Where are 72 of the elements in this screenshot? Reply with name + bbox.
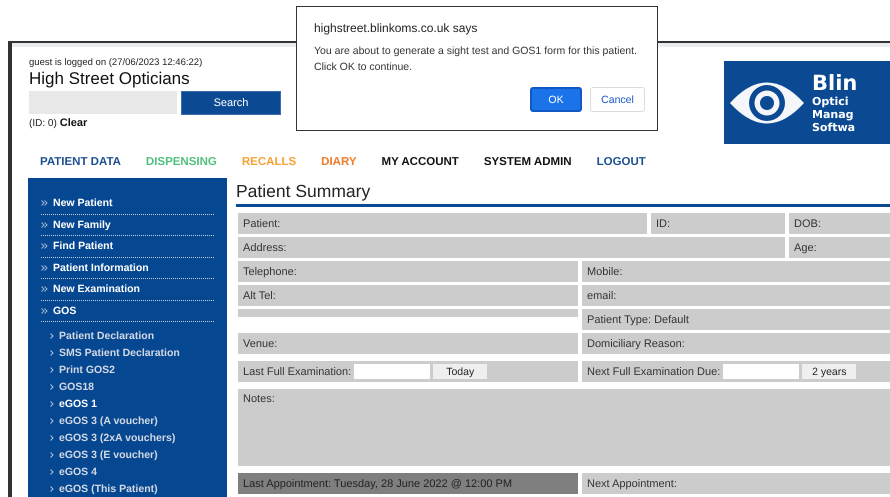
chevron-icon [50, 350, 54, 356]
chevron-icon [50, 468, 54, 474]
chevron-icon [50, 384, 54, 390]
summary-field: Patient Type: Default [582, 309, 890, 330]
logo-tagline: Softwa [812, 120, 856, 134]
dialog-message: You are about to generate a sight test and GOS1 form for this patient. [314, 44, 638, 59]
sidebar-item[interactable]: GOS [53, 304, 76, 317]
chevron-icon [50, 400, 54, 406]
date-field[interactable] [723, 364, 800, 379]
sidebar-subitem[interactable]: Patient Declaration [59, 330, 154, 342]
sidebar-subitem[interactable]: SMS Patient Declaration [59, 346, 180, 358]
sidebar-subitem[interactable]: eGOS (This Patient) [59, 482, 158, 494]
sidebar-subitem[interactable]: eGOS 1 [59, 398, 97, 410]
practice-name: High Street Opticians [29, 69, 191, 89]
sidebar-subitem[interactable]: Print GOS2 [59, 364, 116, 376]
summary-field: Alt Tel: [238, 285, 578, 306]
section-title: Patient Summary [236, 180, 372, 202]
login-status: guest is logged on (27/06/2023 12:46:22) [29, 57, 204, 68]
nav-link[interactable]: LOGOUT [596, 156, 646, 178]
summary-field: Telephone: [238, 261, 578, 282]
sidebar-subitem[interactable]: eGOS 3 (E voucher) [59, 448, 158, 460]
sidebar-subitem[interactable]: GOS18 [59, 380, 94, 392]
double-chevron-icon [41, 222, 48, 228]
notes-field: Notes: [238, 389, 890, 466]
sidebar-item[interactable]: New Patient [53, 197, 113, 210]
summary-field: DOB: [789, 213, 890, 234]
double-chevron-icon [41, 264, 48, 271]
summary-field: Domiciliary Reason: [582, 333, 890, 354]
sidebar-item[interactable]: New Family [53, 218, 111, 231]
ok-button[interactable]: OK [530, 87, 582, 112]
nav-link[interactable]: MY ACCOUNT [382, 156, 459, 178]
sidebar-item[interactable]: Patient Information [53, 262, 149, 274]
dialog-message: Click OK to continue. [314, 60, 414, 75]
nav-link[interactable]: SYSTEM ADMIN [484, 156, 572, 178]
chevron-icon [50, 452, 54, 458]
field-label: Next Full Examination Due: [587, 366, 720, 378]
field-label: Last Full Examination: [243, 366, 352, 378]
chevron-icon [50, 418, 54, 424]
sidebar-subitem[interactable]: eGOS 3 (A voucher) [59, 414, 158, 426]
patient-id: (ID: 0) [29, 118, 57, 129]
summary-field: Next Appointment: [582, 473, 890, 494]
summary-field: ID: [651, 213, 785, 234]
summary-field: Address: [238, 237, 785, 258]
clear-link[interactable]: Clear [60, 117, 88, 129]
summary-field: Mobile: [582, 261, 890, 282]
sidebar-subitem[interactable]: eGOS 4 [59, 466, 97, 478]
logo-tagline: Optici [812, 94, 850, 108]
chevron-icon [50, 332, 54, 338]
summary-field: Age: [789, 237, 890, 258]
sidebar-item[interactable]: New Examination [53, 283, 140, 296]
sidebar-item[interactable]: Find Patient [53, 240, 114, 252]
logo-tagline: Manag [812, 108, 854, 120]
double-chevron-icon [41, 243, 48, 250]
date-button[interactable]: Today [433, 364, 488, 379]
summary-field: Venue: [238, 333, 578, 354]
date-button[interactable]: 2 years [802, 364, 856, 379]
nav-link[interactable]: PATIENT DATA [40, 156, 121, 178]
summary-field: Patient: [238, 213, 647, 234]
chevron-icon [50, 486, 54, 492]
chevron-icon [50, 434, 54, 440]
dialog-title: highstreet.blinkoms.co.uk says [314, 21, 478, 35]
search-button[interactable]: Search [181, 91, 281, 115]
date-field[interactable] [354, 364, 430, 379]
summary-field: Last Appointment: Tuesday, 28 June 2022 @ 12:00 PM [238, 473, 578, 494]
summary-field: email: [582, 285, 890, 306]
double-chevron-icon [41, 308, 48, 314]
double-chevron-icon [41, 286, 48, 292]
chevron-icon [50, 366, 54, 372]
sidebar-subitem[interactable]: eGOS 3 (2xA vouchers) [59, 432, 176, 444]
logo-name: Blin [812, 72, 858, 94]
double-chevron-icon [41, 200, 48, 206]
cancel-button[interactable]: Cancel [590, 87, 645, 112]
